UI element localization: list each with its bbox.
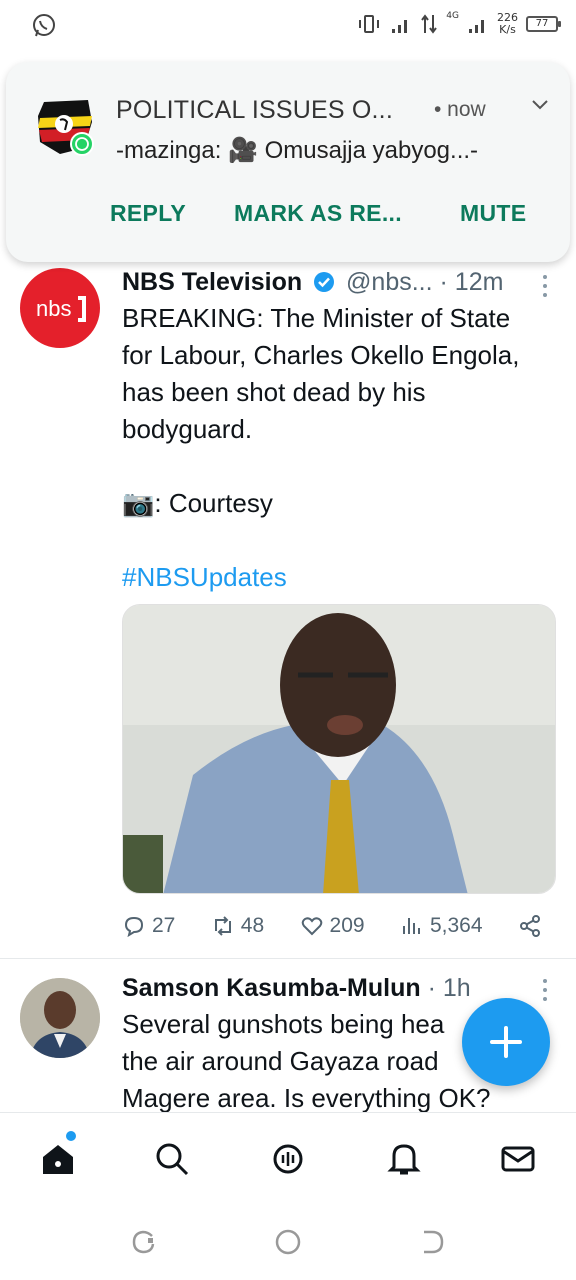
tweet-card[interactable]: nbs NBS Television @nbs... · 12m BREAKIN… bbox=[0, 262, 576, 962]
tweet-actions: 27 48 209 5,364 bbox=[122, 914, 542, 938]
tweet-line: for Labour, Charles Okello Engola, bbox=[122, 340, 520, 370]
notification-message: -mazinga: 🎥 Omusajja yabyog...- bbox=[116, 137, 479, 164]
minister-photo bbox=[123, 605, 555, 893]
tweet-body: BREAKING: The Minister of State for Labo… bbox=[122, 300, 552, 596]
plus-icon bbox=[490, 1026, 522, 1058]
hashtag-link[interactable]: #NBSUpdates bbox=[122, 559, 552, 596]
back-icon[interactable] bbox=[418, 1228, 446, 1256]
home-notification-dot bbox=[66, 1131, 76, 1141]
tweet-header: NBS Television @nbs... · 12m bbox=[122, 268, 556, 297]
like-button[interactable]: 209 bbox=[300, 914, 365, 938]
notification-title: POLITICAL ISSUES O... bbox=[116, 96, 393, 124]
retweet-icon bbox=[214, 916, 231, 936]
tweet-divider bbox=[0, 958, 576, 959]
tweet-photo[interactable] bbox=[122, 604, 556, 894]
more-options-icon[interactable] bbox=[542, 274, 548, 298]
tweet-line: BREAKING: The Minister of State bbox=[122, 303, 511, 333]
author-name[interactable]: NBS Television bbox=[122, 268, 302, 296]
reply-action-button[interactable]: REPLY bbox=[110, 200, 186, 227]
chevron-down-icon[interactable] bbox=[528, 92, 552, 116]
network-type: 4G bbox=[446, 11, 459, 21]
heart-icon bbox=[301, 917, 322, 936]
search-icon[interactable] bbox=[154, 1141, 190, 1177]
views-button[interactable]: 5,364 bbox=[400, 914, 483, 938]
retweet-count: 48 bbox=[240, 914, 265, 937]
notification-time: • now bbox=[434, 98, 486, 121]
bottom-navigation bbox=[0, 1112, 576, 1204]
nbs-logo: nbs bbox=[36, 296, 86, 322]
photo-credit: 📷: Courtesy bbox=[122, 488, 273, 518]
share-icon[interactable] bbox=[518, 914, 542, 938]
whatsapp-status-icon bbox=[33, 14, 55, 37]
system-navigation-bar bbox=[0, 1204, 576, 1280]
reply-count: 27 bbox=[152, 914, 176, 937]
notifications-bell-icon[interactable] bbox=[386, 1141, 422, 1177]
samson-avatar[interactable] bbox=[20, 978, 100, 1058]
whatsapp-notification[interactable]: POLITICAL ISSUES O... • now -mazinga: 🎥 … bbox=[6, 62, 570, 262]
home-circle-icon[interactable] bbox=[274, 1228, 302, 1256]
home-icon[interactable] bbox=[40, 1141, 76, 1177]
status-indicators: 4G 226 K/s 77 bbox=[356, 11, 561, 36]
nbs-avatar[interactable]: nbs bbox=[20, 268, 100, 348]
author-handle[interactable]: @nbs... bbox=[346, 268, 433, 296]
retweet-button[interactable]: 48 bbox=[211, 914, 264, 938]
like-count: 209 bbox=[329, 914, 365, 937]
profile-photo bbox=[20, 978, 100, 1058]
compose-tweet-button[interactable] bbox=[462, 998, 550, 1086]
views-icon bbox=[402, 918, 420, 934]
whatsapp-badge-icon bbox=[70, 132, 94, 156]
mark-as-read-button[interactable]: MARK AS RE... bbox=[234, 200, 402, 227]
recent-apps-icon[interactable] bbox=[130, 1228, 158, 1256]
reply-button[interactable]: 27 bbox=[122, 914, 175, 938]
battery-icon: 77 bbox=[526, 16, 561, 32]
reply-icon bbox=[124, 916, 144, 938]
status-bar: 4G 226 K/s 77 bbox=[0, 0, 576, 52]
signal-icon bbox=[392, 20, 408, 33]
signal-4g-icon bbox=[469, 20, 484, 33]
tweet-line: has been shot dead by his bbox=[122, 377, 426, 407]
network-speed: 226 K/s bbox=[497, 12, 518, 36]
svg-text:nbs: nbs bbox=[36, 296, 71, 321]
mute-button[interactable]: MUTE bbox=[460, 200, 526, 227]
verified-badge-icon bbox=[314, 272, 335, 292]
messages-mail-icon[interactable] bbox=[500, 1141, 536, 1177]
speed-unit: K/s bbox=[499, 23, 516, 36]
view-count: 5,364 bbox=[429, 914, 483, 937]
tweet-age: · 12m bbox=[439, 268, 504, 296]
tweet-line: bodyguard. bbox=[122, 414, 253, 444]
author-name[interactable]: Samson Kasumba-Mulun bbox=[122, 974, 421, 1002]
vibrate-icon bbox=[359, 15, 380, 33]
spaces-icon[interactable] bbox=[270, 1141, 306, 1177]
data-transfer-icon bbox=[421, 14, 438, 34]
